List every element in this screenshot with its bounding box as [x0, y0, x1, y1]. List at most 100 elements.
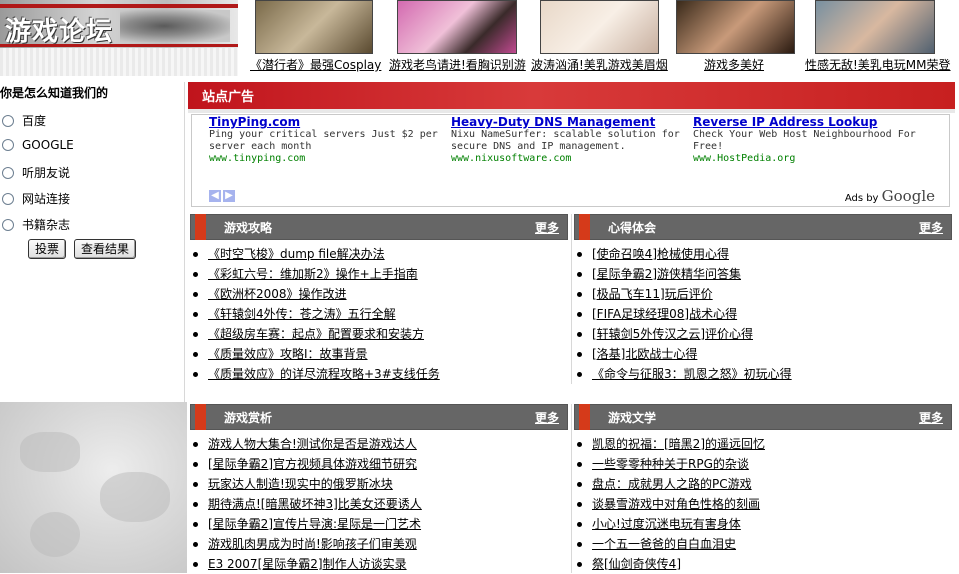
- article-link[interactable]: [星际争霸2]官方视频具体游戏细节研究: [208, 457, 417, 471]
- article-link[interactable]: 《轩辕剑4外传：苍之涛》五行全解: [208, 307, 396, 321]
- list-item[interactable]: E3 2007[星际争霸2]制作人访谈实录: [190, 554, 568, 574]
- list-item[interactable]: 《彩虹六号：维加斯2》操作+上手指南: [190, 264, 568, 284]
- ad-item[interactable]: Reverse IP Address Lookup Check Your Web…: [693, 115, 933, 164]
- list-item[interactable]: 凯恩的祝福：[暗黑2]的遥远回忆: [574, 434, 952, 454]
- view-results-button[interactable]: 查看结果: [74, 239, 137, 259]
- thumbnail-item[interactable]: 游戏老鸟请进!看胸识别游: [389, 0, 526, 72]
- list-item[interactable]: 一个五一爸爸的自白血泪史: [574, 534, 952, 554]
- thumbnail-image[interactable]: [397, 0, 517, 54]
- prev-arrow-icon[interactable]: ◀: [209, 190, 221, 202]
- list-item[interactable]: [FIFA足球经理08]战术心得: [574, 304, 952, 324]
- site-logo[interactable]: 游戏论坛: [0, 0, 238, 78]
- list-item[interactable]: 玩家达人制造!现实中的俄罗斯冰块: [190, 474, 568, 494]
- article-link[interactable]: 一些零零种种关于RPG的杂谈: [592, 457, 749, 471]
- article-link[interactable]: 小心!过度沉迷电玩有害身体: [592, 517, 741, 531]
- poll-option-links[interactable]: 网站连接: [2, 190, 70, 207]
- article-link[interactable]: [轩辕剑5外传汉之云]评价心得: [592, 327, 753, 341]
- more-link[interactable]: 更多: [919, 409, 943, 426]
- ads-by-google[interactable]: Ads by Google: [845, 187, 935, 205]
- list-item[interactable]: [洛基]北欧战士心得: [574, 344, 952, 364]
- article-link[interactable]: 期待满点![暗黑破坏神3]比美女还要诱人: [208, 497, 422, 511]
- article-link[interactable]: [FIFA足球经理08]战术心得: [592, 307, 737, 321]
- poll-option-magazines[interactable]: 书籍杂志: [2, 216, 70, 233]
- poll-option-google[interactable]: GOOGLE: [2, 138, 74, 152]
- article-link[interactable]: [洛基]北欧战士心得: [592, 347, 697, 361]
- article-link[interactable]: [使命召唤4]枪械使用心得: [592, 247, 729, 261]
- thumbnail-item[interactable]: 游戏多美好: [676, 0, 795, 72]
- article-link[interactable]: [星际争霸2]宣传片导演:星际是一门艺术: [208, 517, 421, 531]
- thumbnail-image[interactable]: [540, 0, 659, 54]
- vote-button[interactable]: 投票: [28, 239, 67, 259]
- thumbnail-item[interactable]: 《潜行者》最强Cosplay: [250, 0, 381, 72]
- list-item[interactable]: 《命令与征服3：凯恩之怒》初玩心得: [574, 364, 952, 384]
- article-link[interactable]: 《超级房车赛：起点》配置要求和安装方: [208, 327, 424, 341]
- list-item[interactable]: 《超级房车赛：起点》配置要求和安装方: [190, 324, 568, 344]
- article-link[interactable]: 《质量效应》攻略I：故事背景: [208, 347, 368, 361]
- list-item[interactable]: 《质量效应》攻略I：故事背景: [190, 344, 568, 364]
- ad-item[interactable]: Heavy-Duty DNS Management Nixu NameSurfe…: [451, 115, 691, 164]
- article-link[interactable]: 一个五一爸爸的自白血泪史: [592, 537, 736, 551]
- more-link[interactable]: 更多: [535, 219, 559, 236]
- list-item[interactable]: 游戏人物大集合!测试你是否是游戏达人: [190, 434, 568, 454]
- radio-button[interactable]: [2, 114, 14, 127]
- thumbnail-caption[interactable]: 游戏多美好: [704, 56, 764, 73]
- list-item[interactable]: 游戏肌肉男成为时尚!影响孩子们审美观: [190, 534, 568, 554]
- article-link[interactable]: 玩家达人制造!现实中的俄罗斯冰块: [208, 477, 393, 491]
- article-link[interactable]: 《欧洲杯2008》操作改进: [208, 287, 347, 301]
- radio-button[interactable]: [2, 218, 14, 231]
- ad-url[interactable]: www.HostPedia.org: [693, 153, 933, 164]
- more-link[interactable]: 更多: [919, 219, 943, 236]
- radio-button[interactable]: [2, 166, 14, 179]
- article-link[interactable]: 谈暴雪游戏中对角色性格的刻画: [592, 497, 760, 511]
- article-link[interactable]: 《彩虹六号：维加斯2》操作+上手指南: [208, 267, 418, 281]
- thumbnail-item[interactable]: 性感无敌!美乳电玩MM荣登: [805, 0, 951, 72]
- ad-url[interactable]: www.nixusoftware.com: [451, 153, 691, 164]
- article-link[interactable]: 《质量效应》的详尽流程攻略+3#支线任务: [208, 367, 440, 381]
- list-item[interactable]: 祭[仙剑奇侠传4]: [574, 554, 952, 574]
- list-item[interactable]: 《欧洲杯2008》操作改进: [190, 284, 568, 304]
- ad-item[interactable]: TinyPing.com Ping your critical servers …: [209, 115, 449, 164]
- thumbnail-caption[interactable]: 波涛汹涌!美乳游戏美眉烟: [531, 56, 668, 73]
- list-item[interactable]: 小心!过度沉迷电玩有害身体: [574, 514, 952, 534]
- thumbnail-caption[interactable]: 性感无敌!美乳电玩MM荣登: [805, 56, 951, 73]
- article-link[interactable]: 盘点：成就男人之路的PC游戏: [592, 477, 752, 491]
- ad-url[interactable]: www.tinyping.com: [209, 153, 449, 164]
- thumbnail-caption[interactable]: 《潜行者》最强Cosplay: [250, 56, 381, 73]
- list-item[interactable]: [轩辕剑5外传汉之云]评价心得: [574, 324, 952, 344]
- list-item[interactable]: [星际争霸2]官方视频具体游戏细节研究: [190, 454, 568, 474]
- ad-title-link[interactable]: Heavy-Duty DNS Management: [451, 115, 691, 129]
- list-item[interactable]: [极品飞车11]玩后评价: [574, 284, 952, 304]
- list-item[interactable]: 期待满点![暗黑破坏神3]比美女还要诱人: [190, 494, 568, 514]
- article-link[interactable]: 祭[仙剑奇侠传4]: [592, 557, 681, 571]
- radio-button[interactable]: [2, 192, 14, 205]
- article-link[interactable]: [极品飞车11]玩后评价: [592, 287, 713, 301]
- list-item[interactable]: 盘点：成就男人之路的PC游戏: [574, 474, 952, 494]
- article-link[interactable]: 《时空飞梭》dump file解决办法: [208, 247, 385, 261]
- poll-option-friends[interactable]: 听朋友说: [2, 164, 70, 181]
- article-link[interactable]: 游戏肌肉男成为时尚!影响孩子们审美观: [208, 537, 417, 551]
- list-item[interactable]: [星际争霸2]游侠精华问答集: [574, 264, 952, 284]
- list-item[interactable]: 谈暴雪游戏中对角色性格的刻画: [574, 494, 952, 514]
- list-item[interactable]: [使命召唤4]枪械使用心得: [574, 244, 952, 264]
- thumbnail-caption[interactable]: 游戏老鸟请进!看胸识别游: [389, 56, 526, 73]
- article-link[interactable]: 凯恩的祝福：[暗黑2]的遥远回忆: [592, 437, 765, 451]
- list-item[interactable]: 《时空飞梭》dump file解决办法: [190, 244, 568, 264]
- next-arrow-icon[interactable]: ▶: [223, 190, 235, 202]
- thumbnail-image[interactable]: [676, 0, 795, 54]
- article-link[interactable]: 《命令与征服3：凯恩之怒》初玩心得: [592, 367, 792, 381]
- thumbnail-image[interactable]: [255, 0, 373, 54]
- article-link[interactable]: 游戏人物大集合!测试你是否是游戏达人: [208, 437, 417, 451]
- list-item[interactable]: 《轩辕剑4外传：苍之涛》五行全解: [190, 304, 568, 324]
- thumbnail-image[interactable]: [815, 0, 935, 54]
- ad-title-link[interactable]: Reverse IP Address Lookup: [693, 115, 933, 129]
- ad-title-link[interactable]: TinyPing.com: [209, 115, 449, 129]
- list-item[interactable]: [星际争霸2]宣传片导演:星际是一门艺术: [190, 514, 568, 534]
- list-item[interactable]: 《质量效应》的详尽流程攻略+3#支线任务: [190, 364, 568, 384]
- article-link[interactable]: E3 2007[星际争霸2]制作人访谈实录: [208, 557, 407, 571]
- article-link[interactable]: [星际争霸2]游侠精华问答集: [592, 267, 741, 281]
- radio-button[interactable]: [2, 139, 14, 151]
- list-item[interactable]: 一些零零种种关于RPG的杂谈: [574, 454, 952, 474]
- thumbnail-item[interactable]: 波涛汹涌!美乳游戏美眉烟: [531, 0, 668, 72]
- poll-option-baidu[interactable]: 百度: [2, 112, 46, 129]
- more-link[interactable]: 更多: [535, 409, 559, 426]
